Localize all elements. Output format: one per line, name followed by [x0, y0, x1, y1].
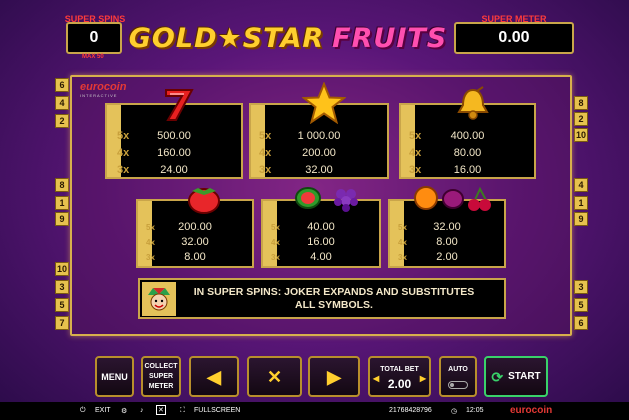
settings-icon[interactable]: ⚙ [121, 407, 127, 415]
seven-icon [165, 89, 194, 121]
next-page-button[interactable]: ▶ [308, 356, 360, 397]
payout-value: 32.00 [305, 164, 333, 176]
total-bet-value: 2.00 [387, 376, 412, 391]
line-number: 6 [574, 316, 588, 330]
prev-page-button[interactable]: ◀ [189, 356, 239, 397]
fullscreen-icon[interactable]: ⛶ [180, 407, 185, 415]
total-bet-label: TOTAL BET [380, 365, 419, 373]
line-number: 4 [574, 178, 588, 192]
collect-label: COLLECT SUPER METER [144, 362, 178, 390]
grapes-icon [334, 189, 358, 212]
line-number: 5 [55, 298, 69, 312]
logo-gold-star: GOLD★STAR [128, 22, 325, 54]
super-spins-value: 0 [89, 29, 99, 46]
footer-brand: eurocoin [510, 405, 553, 416]
session-id: 21768428796 [389, 407, 432, 414]
total-bet-control[interactable]: TOTAL BET 2.00 ◀ ▶ [368, 356, 431, 397]
auto-toggle-icon [448, 380, 468, 389]
fullscreen-label[interactable]: FULLSCREEN [194, 407, 240, 414]
joker-icon [142, 281, 176, 316]
super-spins-counter: 0 [66, 22, 122, 54]
payout-value: 80.00 [453, 147, 482, 159]
close-paytable-button[interactable]: ✕ [247, 356, 302, 397]
game-logo: GOLD★STAR FRUITS [128, 20, 448, 56]
payout-value: 24.00 [160, 164, 188, 176]
menu-button[interactable]: MENU [95, 356, 134, 397]
line-number: 8 [574, 96, 588, 110]
cherry-icon [468, 186, 491, 211]
line-number: 5 [574, 298, 588, 312]
auto-label: AUTO [448, 365, 468, 373]
arrow-right-icon: ▶ [327, 366, 341, 387]
exit-icon[interactable]: ⏻ [80, 407, 86, 415]
line-number: 6 [55, 78, 69, 92]
mute-icon[interactable]: ✕ [156, 405, 166, 415]
clock-time: 12:05 [466, 407, 484, 414]
plum-icon [442, 189, 464, 209]
line-number: 1 [574, 196, 588, 210]
line-number: 3 [55, 280, 69, 294]
payout-value: 8.00 [184, 251, 206, 263]
payout-value: 2.00 [436, 251, 458, 263]
payout-value: 32.00 [181, 236, 209, 248]
payout-value: 400.00 [450, 130, 485, 142]
line-number: 10 [55, 262, 69, 276]
line-number: 7 [55, 316, 69, 330]
info-text: IN SUPER SPINS: JOKER EXPANDS AND SUBSTI… [193, 285, 475, 311]
line-number: 2 [574, 112, 588, 126]
super-meter-counter: 0.00 [454, 22, 574, 54]
footer-bar: ⏻ EXIT ⚙ ♪ ✕ ⛶ FULLSCREEN 21768428796 ◷ … [0, 402, 629, 420]
line-number: 8 [55, 178, 69, 192]
payout-value: 40.00 [307, 221, 335, 233]
logo-fruits: FRUITS [332, 22, 448, 54]
strawberry-icon [188, 188, 220, 214]
start-icon: ⟳ [491, 368, 504, 385]
payout-value: 32.00 [433, 221, 461, 233]
payout-value: 8.00 [436, 236, 458, 248]
payout-value: 16.00 [453, 164, 482, 176]
arrow-left-icon: ◀ [207, 366, 221, 387]
payout-value: 200.00 [302, 147, 336, 159]
payout-value: 200.00 [178, 221, 212, 233]
payout-value: 500.00 [157, 130, 191, 142]
auto-play-button[interactable]: AUTO [439, 356, 477, 397]
bet-decrease-icon[interactable]: ◀ [373, 374, 379, 384]
line-number: 9 [574, 212, 588, 226]
payout-value: 4.00 [310, 251, 332, 263]
bell-icon [457, 86, 489, 120]
exit-label[interactable]: EXIT [95, 407, 111, 414]
clock-icon: ◷ [451, 408, 458, 415]
orange-icon [414, 186, 438, 210]
line-number: 2 [55, 114, 69, 128]
bet-increase-icon[interactable]: ▶ [420, 374, 426, 384]
payout-value: 1 000.00 [297, 130, 341, 142]
close-icon: ✕ [266, 366, 283, 387]
super-spins-info: IN SUPER SPINS: JOKER EXPANDS AND SUBSTI… [138, 278, 506, 319]
collect-super-meter-button[interactable]: COLLECT SUPER METER [141, 356, 181, 397]
max-spins-label: MAX 50 [82, 54, 104, 60]
line-number: 9 [55, 212, 69, 226]
start-button[interactable]: ⟳ START [484, 356, 548, 397]
star-icon [302, 82, 346, 124]
menu-label: MENU [101, 371, 128, 382]
line-number: 1 [55, 196, 69, 210]
brand-sub: INTERACTIVE [80, 93, 118, 98]
start-label: START [508, 370, 541, 382]
line-number: 4 [55, 96, 69, 110]
line-number: 10 [574, 128, 588, 142]
super-meter-value: 0.00 [498, 29, 530, 46]
payout-value: 160.00 [157, 147, 191, 159]
line-number: 3 [574, 280, 588, 294]
sound-icon[interactable]: ♪ [140, 407, 144, 414]
melon-icon [295, 187, 321, 209]
brand-logo: eurocoin [80, 81, 127, 93]
payout-value: 16.00 [307, 236, 335, 248]
